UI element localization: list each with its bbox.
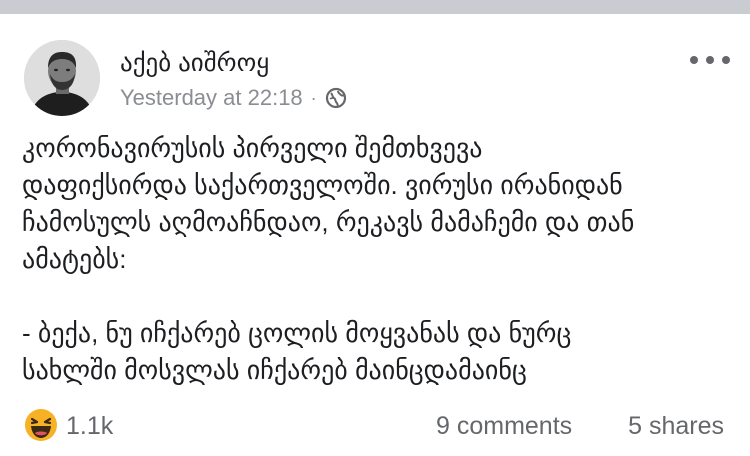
shares-link[interactable]: 5 shares: [628, 412, 724, 440]
meta-separator: ·: [310, 88, 317, 108]
avatar[interactable]: [24, 40, 100, 116]
author-name[interactable]: აქებ აიშროყ: [120, 48, 269, 78]
post-text: კორონავირუსის პირველი შემთხვევა დაფიქსირ…: [22, 133, 635, 385]
profile-photo: [24, 40, 100, 116]
more-dot: [722, 56, 730, 64]
top-divider: [0, 0, 750, 14]
more-dot: [706, 56, 714, 64]
globe-icon: [325, 87, 347, 109]
post-meta: Yesterday at 22:18 ·: [120, 85, 347, 111]
post-footer: 1.1k 9 comments 5 shares: [0, 406, 750, 446]
facebook-post: აქებ აიშროყ Yesterday at 22:18 · კორონავ…: [0, 14, 750, 456]
more-options-icon[interactable]: [690, 50, 730, 70]
more-dot: [690, 56, 698, 64]
reaction-count[interactable]: 1.1k: [66, 412, 113, 440]
post-timestamp[interactable]: Yesterday at 22:18: [120, 85, 303, 111]
haha-reaction-icon[interactable]: [24, 408, 58, 442]
comments-link[interactable]: 9 comments: [436, 412, 572, 440]
